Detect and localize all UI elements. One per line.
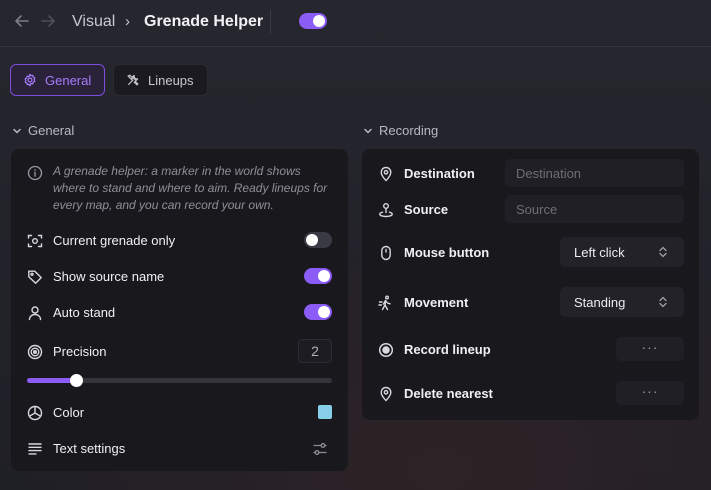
focus-target-icon [27, 233, 43, 249]
auto-stand-toggle[interactable] [304, 304, 332, 320]
tools-icon [127, 74, 139, 86]
toggle-knob [306, 234, 318, 246]
precision-target-icon [27, 344, 43, 360]
current-grenade-only-label: Current grenade only [53, 233, 176, 248]
toggle-knob [318, 306, 330, 318]
info-icon [27, 165, 43, 181]
info-description: A grenade helper: a marker in the world … [53, 164, 328, 212]
movement-label: Movement [404, 295, 469, 310]
tab-general-label: General [45, 72, 92, 88]
map-pin-icon [378, 166, 394, 182]
breadcrumb-separator: › [125, 13, 130, 30]
user-icon [27, 305, 43, 321]
page-title: Grenade Helper [144, 13, 264, 30]
toggle-knob [318, 270, 330, 282]
source-label: Source [404, 202, 449, 217]
source-input[interactable] [505, 195, 684, 223]
palette-icon [27, 405, 43, 421]
color-swatch[interactable] [318, 405, 332, 419]
delete-nearest-button[interactable]: ··· [616, 381, 684, 405]
auto-stand-label: Auto stand [53, 305, 116, 320]
tab-lineups[interactable]: Lineups [113, 64, 208, 96]
text-settings-label: Text settings [53, 441, 126, 456]
delete-nearest-label: Delete nearest [404, 386, 493, 401]
recording-card [362, 149, 699, 420]
chevron-updown-icon [659, 296, 667, 308]
precision-value-input[interactable]: 2 [298, 339, 332, 363]
module-enable-toggle[interactable] [299, 13, 327, 29]
map-pin-icon [378, 386, 394, 402]
chevron-down-icon [364, 128, 372, 133]
forward-arrow-icon[interactable] [39, 12, 57, 30]
joystick-icon [378, 202, 394, 218]
gear-icon [24, 73, 36, 87]
mouse-button-label: Mouse button [404, 245, 490, 260]
precision-slider-handle[interactable] [69, 374, 83, 387]
general-section-header[interactable]: General [12, 123, 74, 138]
record-lineup-label: Record lineup [404, 342, 491, 357]
movement-select[interactable]: Standing [560, 287, 684, 317]
precision-slider[interactable] [27, 374, 332, 387]
tag-icon [27, 269, 43, 285]
top-bar: Visual › Grenade Helper [0, 0, 711, 47]
mouse-icon [378, 245, 394, 261]
back-arrow-icon[interactable] [13, 12, 31, 30]
sliders-icon[interactable] [312, 441, 328, 457]
walking-person-icon [378, 295, 394, 311]
mouse-button-select[interactable]: Left click [560, 237, 684, 267]
show-source-name-label: Show source name [53, 269, 165, 284]
show-source-name-toggle[interactable] [304, 268, 332, 284]
record-lineup-button[interactable]: ··· [616, 337, 684, 361]
current-grenade-only-toggle[interactable] [304, 232, 332, 248]
record-icon [378, 342, 394, 358]
recording-section-title: Recording [379, 123, 439, 138]
breadcrumb-parent[interactable]: Visual [72, 12, 115, 32]
movement-value: Standing [574, 294, 626, 310]
precision-label: Precision [53, 344, 107, 359]
destination-input[interactable] [505, 159, 684, 187]
tab-lineups-label: Lineups [148, 72, 194, 88]
recording-section-header[interactable]: Recording [363, 123, 438, 138]
mouse-button-value: Left click [574, 244, 625, 260]
chevron-updown-icon [659, 246, 667, 258]
text-lines-icon [27, 441, 43, 457]
tab-general[interactable]: General [10, 64, 105, 96]
toggle-knob [313, 15, 325, 27]
header-divider [270, 10, 271, 34]
general-section-title: General [28, 123, 75, 138]
destination-label: Destination [404, 166, 475, 181]
precision-slider-fill [27, 378, 76, 383]
color-label: Color [53, 405, 85, 420]
chevron-down-icon [13, 128, 21, 133]
